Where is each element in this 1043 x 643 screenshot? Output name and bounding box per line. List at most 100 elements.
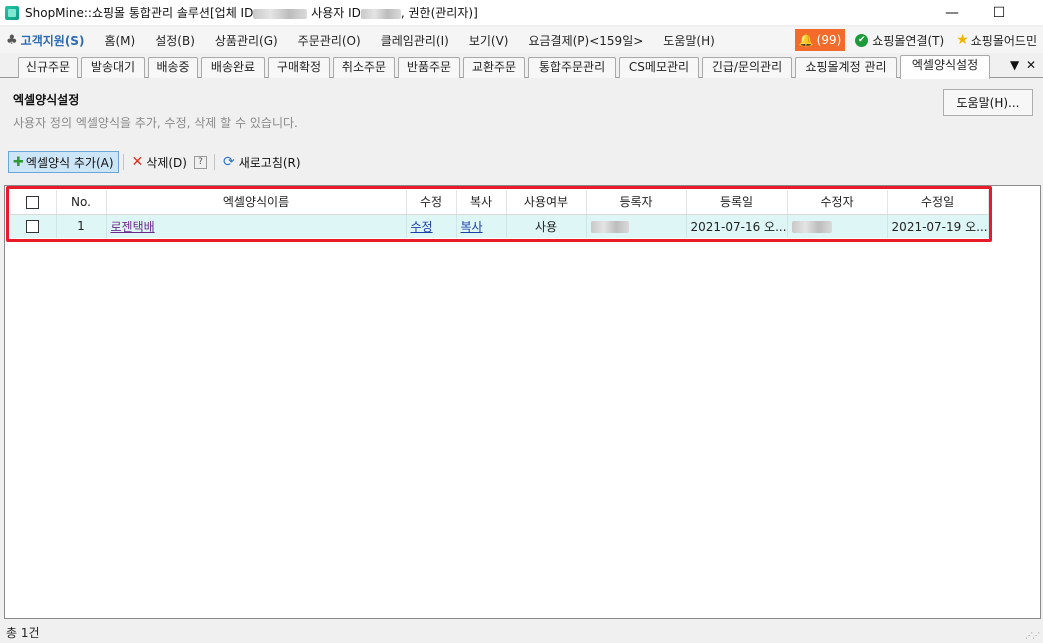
select-all-checkbox-cell[interactable] — [10, 190, 57, 215]
refresh-icon: ⟳ — [222, 154, 235, 170]
column-header-created-at[interactable]: 등록일 — [686, 190, 788, 215]
menu-settings[interactable]: 설정(B) — [145, 28, 205, 52]
toolbar-divider — [122, 154, 124, 170]
check-circle-icon: ✔ — [855, 33, 869, 47]
column-header-edit[interactable]: 수정 — [406, 190, 457, 215]
tab-dropdown-button[interactable]: ▼ — [1010, 58, 1019, 72]
column-header-modified-at[interactable]: 수정일 — [887, 190, 989, 215]
shop-admin-label: 쇼핑몰어드민 — [970, 33, 1037, 48]
tab-shop-account[interactable]: 쇼핑몰계정 관리 — [795, 57, 897, 78]
window-title: ShopMine::쇼핑몰 통합관리 솔루션[업체 ID 사용자 ID , 권한(… — [25, 4, 478, 21]
toolbar: ✚ 엑셀양식 추가(A) ✕ 삭제(D) ? ⟳ 새로고침(R) — [0, 148, 1043, 176]
page-header: 엑셀양식설정 사용자 정의 엑셀양식을 추가, 수정, 삭제 할 수 있습니다.… — [0, 79, 1043, 145]
delete-label: 삭제(D) — [146, 155, 187, 170]
window-title-user: 사용자 ID — [307, 6, 361, 20]
page-description: 사용자 정의 엑셀양식을 추가, 수정, 삭제 할 수 있습니다. — [13, 116, 298, 130]
help-button[interactable]: 도움말(H)... — [943, 89, 1033, 116]
notification-count: (99) — [816, 33, 842, 47]
delete-x-icon: ✕ — [131, 154, 144, 170]
shop-connect-button[interactable]: ✔ 쇼핑몰연결(T) — [849, 32, 950, 49]
shop-admin-button[interactable]: ★ 쇼핑몰어드민 — [950, 32, 1043, 49]
column-header-copy[interactable]: 복사 — [456, 190, 507, 215]
row-modified-by — [787, 214, 888, 238]
resize-grip-icon[interactable]: ⋰⋰ — [1025, 631, 1040, 640]
select-all-checkbox[interactable] — [26, 195, 40, 209]
tab-new-orders[interactable]: 신규주문 — [18, 57, 78, 78]
tab-cancel-orders[interactable]: 취소주문 — [333, 57, 395, 78]
app-logo-icon — [5, 5, 19, 20]
excel-format-grid: No. 엑셀양식이름 수정 복사 사용여부 등록자 등록일 수정자 수정일 1 … — [4, 185, 1041, 619]
window-title-prefix: ShopMine::쇼핑몰 통합관리 솔루션[업체 ID — [25, 6, 254, 20]
tab-shipping[interactable]: 배송중 — [148, 57, 198, 78]
row-edit-cell: 수정 — [406, 214, 457, 238]
toolbar-divider — [213, 154, 215, 170]
bell-icon: 🔔 — [798, 33, 814, 47]
menu-support[interactable]: ♣ 고객지원(S) — [0, 28, 94, 52]
menu-home[interactable]: 홈(M) — [94, 28, 145, 52]
window-title-suffix: , 권한(관리자)] — [400, 6, 478, 20]
row-created-at: 2021-07-16 오... — [686, 214, 788, 238]
row-checkbox-cell[interactable] — [10, 214, 57, 238]
tab-close-button[interactable]: ✕ — [1026, 58, 1036, 72]
menu-claim[interactable]: 클레임관리(I) — [371, 28, 459, 52]
row-created-by — [586, 214, 687, 238]
tab-return-orders[interactable]: 반품주문 — [398, 57, 460, 78]
grid-table: No. 엑셀양식이름 수정 복사 사용여부 등록자 등록일 수정자 수정일 1 … — [10, 190, 989, 238]
masked-user-id — [360, 8, 401, 19]
row-checkbox[interactable] — [26, 220, 40, 234]
row-name-cell: 로젠택배 — [106, 214, 407, 238]
grid-header-row: No. 엑셀양식이름 수정 복사 사용여부 등록자 등록일 수정자 수정일 — [10, 190, 989, 215]
row-copy-cell: 복사 — [456, 214, 507, 238]
status-bar: 총 1건 ⋰⋰ — [0, 622, 1043, 643]
masked-company-id — [253, 8, 308, 19]
delete-button[interactable]: ✕ 삭제(D) — [128, 151, 191, 173]
tab-urgent-inquiry[interactable]: 긴급/문의관리 — [702, 57, 792, 78]
status-total: 총 1건 — [6, 626, 40, 640]
menu-order[interactable]: 주문관리(O) — [288, 28, 371, 52]
window-titlebar: ShopMine::쇼핑몰 통합관리 솔루션[업체 ID 사용자 ID , 권한(… — [0, 0, 1043, 25]
page-title: 엑셀양식설정 — [13, 93, 80, 107]
copy-link[interactable]: 복사 — [461, 220, 483, 234]
tab-purchase-confirm[interactable]: 구매확정 — [268, 57, 330, 78]
edit-link[interactable]: 수정 — [411, 220, 433, 234]
tab-cs-memo[interactable]: CS메모관리 — [619, 57, 699, 78]
support-people-icon: ♣ — [6, 32, 18, 48]
menu-help[interactable]: 도움말(H) — [653, 28, 725, 52]
column-header-use[interactable]: 사용여부 — [506, 190, 587, 215]
menu-bar: ♣ 고객지원(S) 홈(M) 설정(B) 상품관리(G) 주문관리(O) 클레임… — [0, 27, 1043, 53]
tab-integrated-orders[interactable]: 통합주문관리 — [528, 57, 616, 78]
refresh-button[interactable]: ⟳ 새로고침(R) — [219, 151, 305, 173]
row-no: 1 — [56, 214, 107, 238]
notification-button[interactable]: 🔔 (99) — [794, 29, 846, 51]
add-plus-icon: ✚ — [13, 154, 24, 170]
menu-right-group: 🔔 (99) ✔ 쇼핑몰연결(T) ★ 쇼핑몰어드민 — [794, 27, 1043, 53]
table-row[interactable]: 1 로젠택배 수정 복사 사용 2021-07-16 오... 2021-07-… — [10, 214, 989, 238]
column-header-no[interactable]: No. — [56, 190, 107, 215]
row-modified-at: 2021-07-19 오... — [887, 214, 989, 238]
question-icon[interactable]: ? — [193, 155, 207, 169]
menu-view[interactable]: 보기(V) — [459, 28, 519, 52]
tab-strip: 신규주문 발송대기 배송중 배송완료 구매확정 취소주문 반품주문 교환주문 통… — [0, 54, 1043, 79]
star-icon: ★ — [956, 32, 969, 48]
row-use: 사용 — [506, 214, 587, 238]
tab-excel-format[interactable]: 엑셀양식설정 — [900, 55, 990, 79]
menu-support-label: 고객지원(S) — [20, 33, 85, 48]
shop-connect-label: 쇼핑몰연결(T) — [872, 33, 945, 48]
column-header-modified-by[interactable]: 수정자 — [787, 190, 888, 215]
minimize-button[interactable]: — — [929, 0, 975, 25]
add-excel-format-label: 엑셀양식 추가(A) — [25, 155, 114, 170]
tab-ship-wait[interactable]: 발송대기 — [81, 57, 145, 78]
column-header-name[interactable]: 엑셀양식이름 — [106, 190, 407, 215]
add-excel-format-button[interactable]: ✚ 엑셀양식 추가(A) — [8, 151, 119, 173]
tab-exchange-orders[interactable]: 교환주문 — [463, 57, 525, 78]
masked-modified-by — [791, 220, 832, 233]
masked-created-by — [590, 220, 629, 233]
refresh-label: 새로고침(R) — [238, 155, 301, 170]
format-name-link[interactable]: 로젠택배 — [111, 220, 155, 234]
menu-product[interactable]: 상품관리(G) — [205, 28, 288, 52]
tab-delivered[interactable]: 배송완료 — [201, 57, 265, 78]
column-header-created-by[interactable]: 등록자 — [586, 190, 687, 215]
maximize-button[interactable]: ☐ — [976, 0, 1022, 25]
maximize-icon: ☐ — [992, 4, 1006, 21]
menu-billing[interactable]: 요금결제(P)<159일> — [518, 28, 653, 52]
